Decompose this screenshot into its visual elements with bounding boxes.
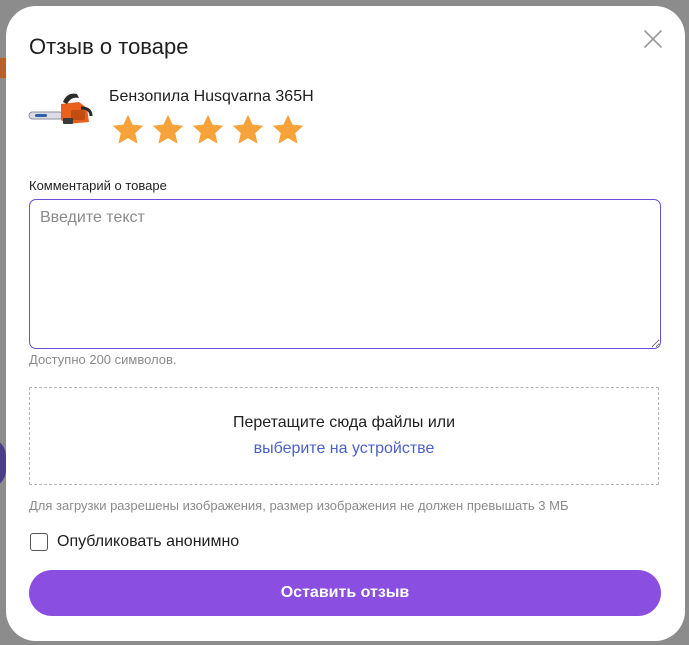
char-limit-hint: Доступно 200 символов.	[29, 352, 177, 367]
dropzone-text: Перетащите сюда файлы или	[232, 414, 456, 431]
star-icon[interactable]	[190, 112, 226, 148]
star-icon[interactable]	[270, 112, 306, 148]
file-dropzone[interactable]: Перетащите сюда файлы или выберите на ус…	[29, 387, 659, 485]
chainsaw-icon	[28, 93, 93, 124]
anonymous-label: Опубликовать анонимно	[57, 533, 240, 550]
close-button[interactable]	[642, 28, 664, 50]
select-files-link[interactable]: выберите на устройстве	[30, 440, 658, 458]
submit-review-button[interactable]: Оставить отзыв	[29, 570, 661, 616]
review-modal: Отзыв о товаре Бензопила Husqvarna 365H	[6, 6, 685, 641]
upload-hint: Для загрузки разрешены изображения, разм…	[29, 498, 569, 513]
product-image	[27, 90, 93, 130]
comment-textarea[interactable]	[29, 199, 661, 349]
anonymous-option[interactable]: Опубликовать анонимно	[30, 533, 239, 551]
close-icon	[644, 30, 662, 48]
star-icon[interactable]	[110, 112, 146, 148]
modal-title: Отзыв о товаре	[29, 34, 189, 59]
star-icon[interactable]	[230, 112, 266, 148]
product-name: Бензопила Husqvarna 365H	[109, 88, 314, 105]
rating-stars[interactable]	[110, 112, 310, 148]
star-icon[interactable]	[150, 112, 186, 148]
anonymous-checkbox[interactable]	[30, 533, 48, 551]
comment-label: Комментарий о товаре	[29, 178, 167, 193]
